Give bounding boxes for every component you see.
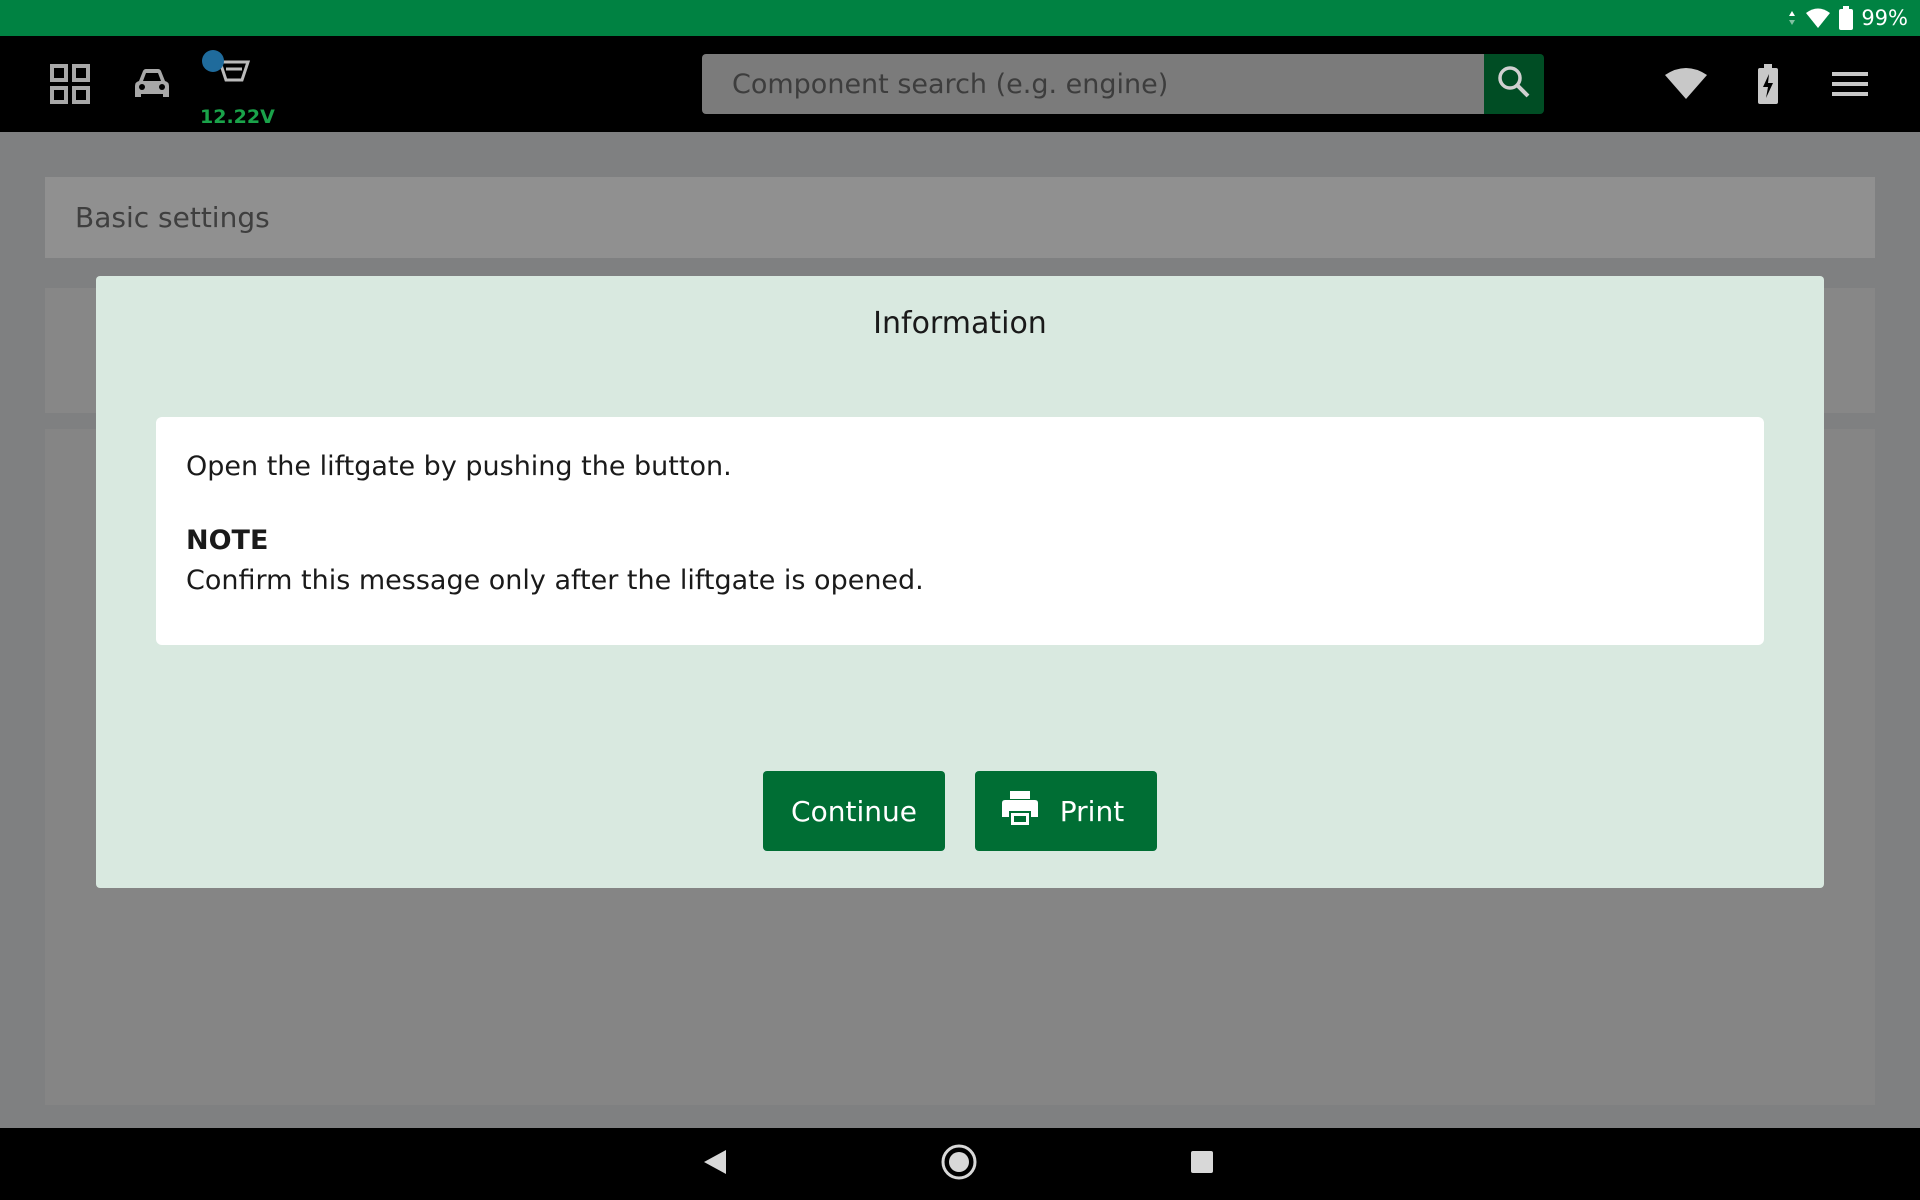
section-title: Basic settings xyxy=(75,201,270,234)
wifi-signal-icon xyxy=(1805,7,1831,29)
search-button[interactable] xyxy=(1484,54,1544,114)
printer-icon xyxy=(1001,790,1038,832)
back-button[interactable] xyxy=(670,1128,760,1200)
dialog-title: Information xyxy=(873,306,1047,341)
app-header: 12.22V xyxy=(0,36,1920,132)
status-bar: 99% xyxy=(0,0,1920,36)
battery-icon xyxy=(1839,6,1854,30)
print-label: Print xyxy=(1059,794,1125,828)
grid-icon[interactable] xyxy=(46,60,94,108)
navigation-bar xyxy=(0,1128,1920,1200)
back-icon xyxy=(702,1148,728,1180)
recents-button[interactable] xyxy=(1157,1128,1247,1200)
search-icon xyxy=(1497,65,1531,103)
battery-charging-icon[interactable] xyxy=(1744,60,1792,108)
voltage-value: 12.22V xyxy=(200,106,275,128)
message-text: Open the liftgate by pushing the button. xyxy=(186,451,732,482)
status-icons: 99% xyxy=(1787,0,1908,36)
continue-button[interactable]: Continue xyxy=(763,771,945,851)
continue-label: Continue xyxy=(791,794,917,828)
note-label: NOTE xyxy=(186,525,269,556)
menu-icon[interactable] xyxy=(1826,60,1874,108)
basic-settings-header: Basic settings xyxy=(45,177,1875,258)
print-button[interactable]: Print xyxy=(975,771,1157,851)
recents-icon xyxy=(1190,1150,1214,1178)
voltage-indicator[interactable]: 12.22V xyxy=(196,50,275,128)
component-search-input[interactable] xyxy=(702,54,1484,114)
home-button[interactable] xyxy=(914,1128,1004,1200)
data-arrows-icon xyxy=(1787,10,1797,26)
obd-connector-icon xyxy=(202,50,258,94)
home-icon xyxy=(940,1143,978,1185)
wifi-icon[interactable] xyxy=(1662,60,1710,108)
note-text: Confirm this message only after the lift… xyxy=(186,565,924,596)
battery-percent: 99% xyxy=(1861,6,1908,30)
message-box: Open the liftgate by pushing the button.… xyxy=(156,417,1764,645)
information-dialog: Information Open the liftgate by pushing… xyxy=(96,276,1824,888)
car-icon[interactable] xyxy=(128,60,176,108)
